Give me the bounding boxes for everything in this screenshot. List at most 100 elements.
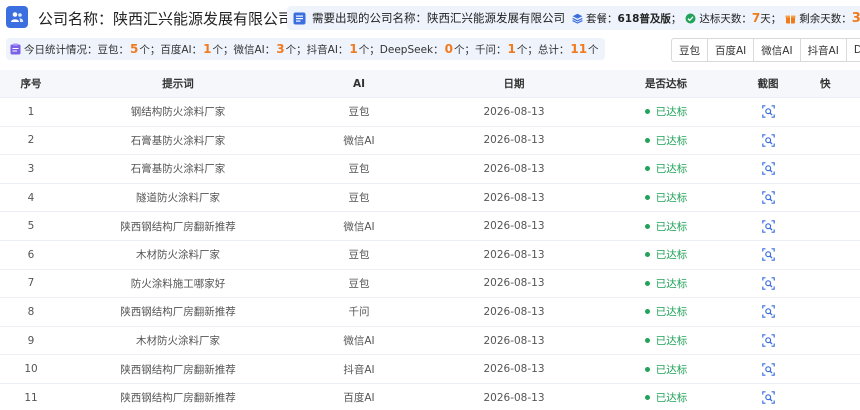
zoom-scan-icon[interactable] bbox=[761, 134, 775, 147]
cell-date: 2026-08-13 bbox=[483, 363, 545, 376]
zoom-scan-icon[interactable] bbox=[761, 191, 775, 204]
zoom-scan-icon[interactable] bbox=[761, 105, 775, 119]
stat-value: 11 bbox=[570, 41, 588, 56]
filter-button[interactable]: 豆包 bbox=[671, 38, 708, 62]
results-table: 序号 提示词 AI 日期 是否达标 截图 快 1 钢结构防火涂料厂家 豆包 2026-… bbox=[0, 70, 860, 410]
cell-screenshot bbox=[728, 334, 808, 347]
zoom-scan-icon[interactable] bbox=[761, 391, 775, 405]
stat-value: 0 bbox=[444, 41, 453, 56]
cell-ai: 千问 bbox=[348, 306, 370, 319]
cell-status: 已达标 bbox=[604, 304, 728, 319]
stat-name: 豆包： bbox=[97, 43, 130, 56]
cell-ai: 抖音AI bbox=[343, 363, 375, 376]
package-item: 套餐： 618普及版； bbox=[572, 11, 681, 26]
status-text: 已达标 bbox=[655, 392, 688, 405]
stat-value: 5 bbox=[130, 41, 139, 56]
cell-prompt: 钢结构防火涂料厂家 bbox=[130, 106, 226, 119]
package-value: 618普及版 bbox=[617, 12, 671, 25]
filter-button[interactable]: 微信AI bbox=[753, 38, 801, 62]
reached-days-item: 达标天数： 7 天； bbox=[685, 11, 781, 26]
table-row: 9 木材防火涂料厂家 微信AI 2026-08-13 已达标 bbox=[0, 327, 860, 356]
status-text: 已达标 bbox=[655, 363, 688, 376]
gift-icon bbox=[785, 15, 796, 23]
zoom-scan-icon[interactable] bbox=[761, 277, 775, 290]
table-row: 11 陕西钢结构厂房翻新推荐 百度AI 2026-08-13 已达标 bbox=[0, 384, 860, 410]
cell-index: 11 bbox=[24, 391, 38, 404]
table-row: 7 防火涂料施工哪家好 豆包 2026-08-13 已达标 bbox=[0, 270, 860, 299]
status-text: 已达标 bbox=[655, 192, 688, 205]
zoom-scan-icon[interactable] bbox=[761, 248, 775, 262]
stat-name: 抖音AI： bbox=[306, 43, 349, 56]
status-text: 已达标 bbox=[655, 335, 688, 348]
cell-date: 2026-08-13 bbox=[483, 220, 545, 233]
clipboard-icon bbox=[10, 43, 21, 55]
stat-item: 微信AI：3个； bbox=[233, 41, 307, 56]
cell-status: 已达标 bbox=[604, 276, 728, 291]
status-dot bbox=[644, 109, 650, 115]
remaining-days-item: 剩余天数： 358 天 bbox=[785, 11, 860, 26]
check-circle-icon bbox=[685, 13, 696, 23]
status-badge: 已达标 bbox=[644, 247, 688, 262]
stats-prefix: 今日统计情况： bbox=[24, 43, 98, 56]
cell-ai: 豆包 bbox=[348, 249, 370, 262]
filter-button[interactable]: 抖音AI bbox=[799, 38, 847, 62]
status-badge: 已达标 bbox=[644, 219, 687, 234]
col-ai: AI bbox=[352, 77, 366, 90]
status-badge: 已达标 bbox=[644, 161, 687, 176]
cell-index: 6 bbox=[27, 248, 35, 261]
cell-prompt: 陕西钢结构厂房翻新推荐 bbox=[120, 392, 236, 405]
cell-screenshot bbox=[728, 391, 808, 405]
cell-date: 2026-08-13 bbox=[483, 134, 545, 147]
cell-screenshot bbox=[728, 219, 808, 233]
today-stats-box: 今日统计情况： 豆包：5个；百度AI：1个；微信AI：3个；抖音AI：1个；De… bbox=[6, 38, 605, 60]
col-extra: 快 bbox=[820, 78, 831, 90]
table-row: 10 陕西钢结构厂房翻新推荐 抖音AI 2026-08-13 已达标 bbox=[0, 355, 860, 384]
zoom-scan-icon[interactable] bbox=[761, 334, 775, 347]
ai-filter-group: 豆包百度AI微信AI抖音AIDee bbox=[671, 38, 860, 62]
filter-button[interactable]: 百度AI bbox=[707, 38, 755, 62]
cell-index: 9 bbox=[27, 334, 35, 347]
cell-prompt: 石膏基防火涂料厂家 bbox=[130, 163, 226, 176]
cell-prompt: 陕西钢结构厂房翻新推荐 bbox=[120, 306, 236, 319]
cell-ai: 豆包 bbox=[348, 277, 370, 290]
cell-date: 2026-08-13 bbox=[483, 248, 545, 261]
status-badge: 已达标 bbox=[644, 190, 688, 205]
zoom-scan-icon[interactable] bbox=[761, 362, 775, 376]
cell-status: 已达标 bbox=[604, 190, 728, 205]
table-row: 6 木材防火涂料厂家 豆包 2026-08-13 已达标 bbox=[0, 241, 860, 270]
col-date: 日期 bbox=[503, 78, 525, 90]
status-text: 已达标 bbox=[655, 306, 688, 319]
stat-value: 1 bbox=[349, 41, 358, 56]
cell-ai: 微信AI bbox=[343, 134, 375, 147]
stat-value: 1 bbox=[507, 41, 516, 56]
cell-date: 2026-08-13 bbox=[483, 334, 545, 347]
filter-button[interactable]: Dee bbox=[845, 38, 860, 62]
status-dot bbox=[644, 137, 650, 143]
table-header: 序号 提示词 AI 日期 是否达标 截图 快 bbox=[0, 70, 860, 98]
remaining-days-value: 358 bbox=[851, 10, 860, 26]
cell-ai: 微信AI bbox=[343, 335, 375, 348]
cell-status: 已达标 bbox=[604, 133, 728, 148]
users-icon bbox=[6, 6, 28, 28]
table-body: 1 钢结构防火涂料厂家 豆包 2026-08-13 已达标 2 石膏基防火涂料厂家 微信AI 2… bbox=[0, 98, 860, 410]
status-badge: 已达标 bbox=[644, 390, 688, 405]
stat-name: 微信AI： bbox=[233, 43, 276, 56]
stats-items: 豆包：5个；百度AI：1个；微信AI：3个；抖音AI：1个；DeepSeek：0… bbox=[98, 42, 599, 57]
status-badge: 已达标 bbox=[644, 104, 688, 119]
cell-prompt: 木材防火涂料厂家 bbox=[136, 335, 220, 348]
status-dot bbox=[644, 223, 650, 229]
cell-screenshot bbox=[728, 134, 808, 147]
status-dot bbox=[644, 366, 650, 372]
reached-days-label: 达标天数： bbox=[699, 12, 752, 25]
col-prompt: 提示词 bbox=[162, 78, 194, 90]
reached-days-unit: 天 bbox=[760, 12, 771, 25]
remaining-days-label: 剩余天数： bbox=[799, 12, 852, 25]
zoom-scan-icon[interactable] bbox=[761, 162, 775, 176]
cell-status: 已达标 bbox=[604, 219, 728, 234]
status-text: 已达标 bbox=[655, 249, 688, 262]
reached-days-value: 7 bbox=[751, 11, 761, 25]
cell-status: 已达标 bbox=[604, 390, 728, 405]
zoom-scan-icon[interactable] bbox=[761, 305, 775, 319]
status-text: 已达标 bbox=[655, 106, 688, 119]
zoom-scan-icon[interactable] bbox=[761, 219, 775, 233]
